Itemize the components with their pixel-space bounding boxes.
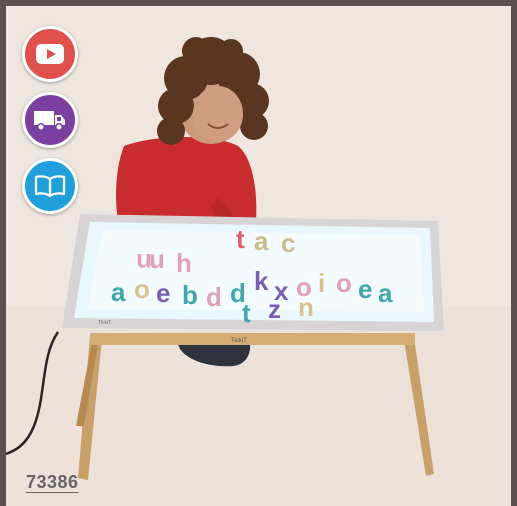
svg-text:e: e (156, 278, 170, 308)
svg-text:h: h (176, 248, 192, 278)
svg-text:i: i (318, 268, 325, 298)
svg-text:a: a (378, 278, 393, 308)
svg-text:c: c (281, 228, 295, 258)
svg-text:t: t (242, 298, 251, 328)
product-photo: t a c n u h a o e b d d k x o i o e a z … (6, 6, 511, 506)
product-code: 73386 (26, 472, 79, 492)
svg-text:t: t (236, 224, 245, 254)
youtube-icon (35, 43, 65, 65)
panel-brand-label: TickiT (98, 320, 111, 326)
book-icon (34, 174, 66, 198)
svg-text:k: k (254, 266, 269, 296)
svg-text:a: a (111, 277, 126, 307)
delivery-button[interactable] (22, 92, 78, 148)
delivery-truck-icon (33, 108, 67, 132)
product-frame: t a c n u h a o e b d d k x o i o e a z … (6, 6, 511, 506)
svg-text:o: o (336, 268, 352, 298)
svg-text:e: e (358, 274, 372, 304)
svg-text:n: n (298, 292, 314, 322)
table-brand-label: TickiT (231, 338, 247, 344)
guide-button[interactable] (22, 158, 78, 214)
svg-text:b: b (182, 280, 198, 310)
svg-text:u: u (149, 244, 165, 274)
svg-text:z: z (268, 294, 281, 324)
svg-text:a: a (254, 226, 269, 256)
svg-text:o: o (134, 274, 150, 304)
youtube-button[interactable] (22, 26, 78, 82)
svg-text:d: d (206, 282, 222, 312)
